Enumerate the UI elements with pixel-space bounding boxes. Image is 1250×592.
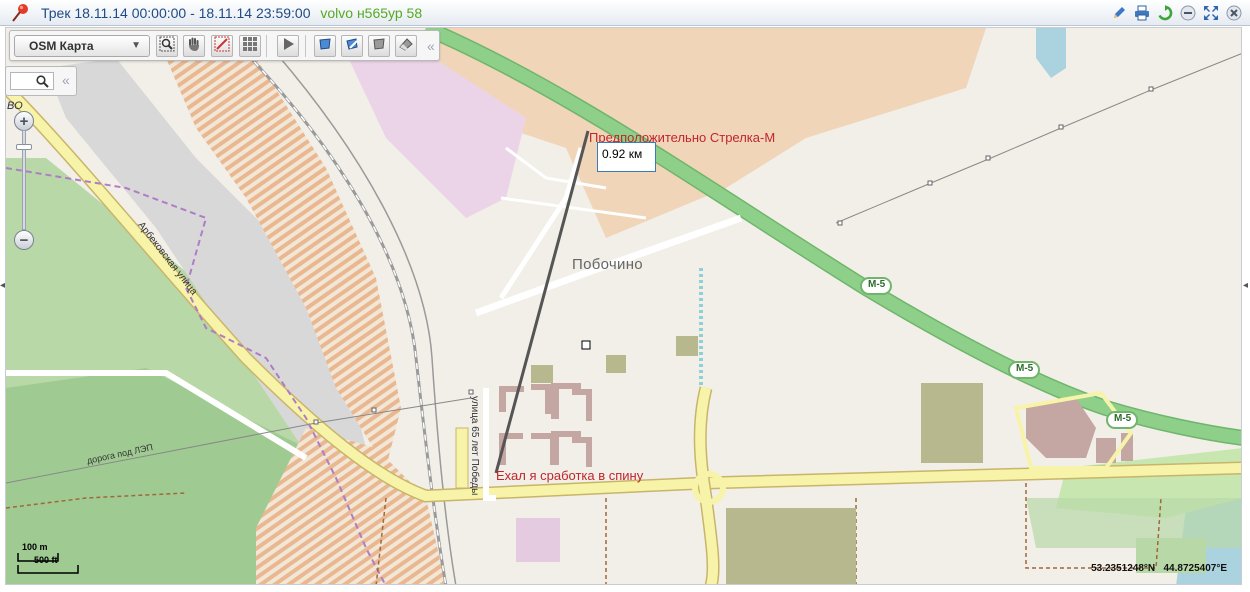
distance-label: 0.92 км	[597, 142, 656, 172]
map-search-input[interactable]	[10, 72, 54, 90]
highway-shield-3: М-5	[1114, 413, 1132, 424]
refresh-icon[interactable]	[1156, 4, 1173, 21]
vehicle-name: volvo н565ур 58	[320, 5, 423, 21]
street-label-65let: улица 65 лет Победы	[469, 396, 480, 496]
polygon-edit-icon	[344, 36, 360, 57]
coordinates-readout: 53.2351248°N 44.8725407°E	[1091, 563, 1227, 574]
polygon-select-icon	[371, 36, 387, 57]
map-canvas[interactable]: Побочино Арбековская улица улица 65 лет …	[5, 27, 1242, 585]
window-tools	[1110, 4, 1242, 21]
toolbar-divider	[305, 35, 306, 57]
toolbar-divider	[266, 35, 267, 57]
track-title: Трек 18.11.14 00:00:00 - 18.11.14 23:59:…	[41, 5, 311, 21]
scale-metric: 100 m	[22, 542, 48, 552]
eraser-icon	[398, 36, 414, 57]
zoom-box-icon	[159, 36, 175, 57]
search-collapse-icon[interactable]: «	[62, 72, 70, 88]
village-label: Побочино	[572, 256, 643, 273]
map-search-panel: «	[5, 66, 77, 96]
latitude: 53.2351248°N	[1091, 563, 1156, 574]
window-titlebar: Трек 18.11.14 00:00:00 - 18.11.14 23:59:…	[0, 0, 1250, 26]
zoom-out-button[interactable]: −	[14, 230, 34, 250]
edit-icon[interactable]	[1110, 4, 1127, 21]
chevron-down-icon: ▼	[131, 40, 141, 51]
plus-icon: +	[19, 112, 29, 130]
minimize-icon[interactable]	[1179, 4, 1196, 21]
hand-icon	[186, 36, 202, 57]
highway-shield-2: М-5	[1016, 363, 1034, 374]
highway-shield-1: М-5	[868, 279, 886, 290]
print-icon[interactable]	[1133, 4, 1150, 21]
edge-fragment-label: ВО	[7, 100, 23, 112]
pan-button[interactable]	[183, 35, 205, 57]
zoom-box-button[interactable]	[156, 35, 178, 57]
minus-icon: −	[19, 231, 29, 249]
play-button[interactable]	[277, 35, 299, 57]
ruler-icon	[214, 36, 230, 57]
annotation-bottom: Ехал я сработка в спину	[496, 468, 644, 483]
left-panel-arrow-icon[interactable]: ◂	[0, 280, 5, 291]
close-icon[interactable]	[1225, 4, 1242, 21]
edit-polygon-button[interactable]	[341, 35, 363, 57]
map-tiles	[6, 28, 1241, 584]
measure-button[interactable]	[211, 35, 233, 57]
right-panel-arrow-icon[interactable]: ◂	[1243, 280, 1248, 291]
delete-polygon-button[interactable]	[395, 35, 417, 57]
search-icon[interactable]	[36, 75, 49, 93]
grid-button[interactable]	[239, 35, 261, 57]
pin-icon[interactable]	[10, 3, 30, 23]
zoom-slider-handle[interactable]	[16, 144, 32, 150]
zoom-in-button[interactable]: +	[14, 111, 34, 131]
maximize-icon[interactable]	[1202, 4, 1219, 21]
longitude: 44.8725407°E	[1163, 563, 1227, 574]
layer-select[interactable]: OSM Карта ▼	[14, 35, 150, 57]
map-toolbar: OSM Карта ▼ «	[9, 30, 440, 61]
draw-polygon-button[interactable]	[314, 35, 336, 57]
polygon-icon	[317, 36, 333, 57]
scale-imperial: 500 ft	[34, 555, 58, 565]
window-title: Трек 18.11.14 00:00:00 - 18.11.14 23:59:…	[41, 5, 422, 21]
layer-select-value: OSM Карта	[29, 39, 94, 53]
toolbar-collapse-icon[interactable]: «	[427, 38, 435, 54]
grid-icon	[242, 36, 258, 57]
play-icon	[280, 36, 296, 57]
select-polygon-button[interactable]	[368, 35, 390, 57]
